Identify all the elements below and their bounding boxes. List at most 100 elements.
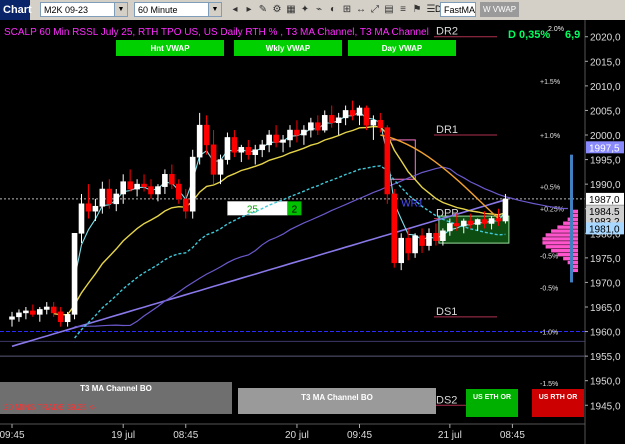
symbol-dropdown[interactable]: M2K 09-23 ▼ xyxy=(40,2,128,17)
candle-body xyxy=(57,311,64,323)
candle-body xyxy=(398,237,405,264)
level-label: DS1 xyxy=(436,306,457,318)
axis-label: 2010,0 xyxy=(590,82,621,93)
candle-body xyxy=(301,129,307,136)
toolbar-button[interactable]: ⊞ xyxy=(340,2,354,17)
chevron-down-icon[interactable]: ▼ xyxy=(208,3,221,16)
toolbar-button[interactable]: ↔ xyxy=(354,2,368,17)
toolbar-button[interactable]: ▸ xyxy=(242,2,256,17)
profile-bar xyxy=(557,252,578,257)
percent-label: -0.5% xyxy=(540,253,558,260)
axis-label: 1965,0 xyxy=(590,303,621,314)
wvwap-tag[interactable]: W VWAP xyxy=(480,2,520,17)
candle-body xyxy=(141,183,147,187)
percent-label: -1.5% xyxy=(540,381,558,388)
candle-body xyxy=(342,110,349,119)
candle-body xyxy=(92,205,99,212)
candle-body xyxy=(363,107,370,126)
time-label: 09:45 xyxy=(0,430,25,441)
candle-body xyxy=(134,183,140,190)
candle-body xyxy=(36,309,43,315)
vwap-button-label: Wkly VWAP xyxy=(266,44,311,53)
candle-body xyxy=(266,134,272,146)
candle-body xyxy=(349,110,356,116)
price-chart[interactable]: DR2DR1DPPDS1DS2 +1.5%+1.0%+0.5%+0.25%-0.… xyxy=(0,20,625,444)
candle-body xyxy=(217,159,224,175)
candle-body xyxy=(502,198,509,222)
toolbar-button[interactable]: ≡ xyxy=(396,2,410,17)
candle-body xyxy=(474,219,481,225)
wr1-label: WR1 xyxy=(401,198,424,209)
candle-body xyxy=(9,316,15,320)
profile-bar xyxy=(545,233,578,237)
fastma-field[interactable]: FastMA xyxy=(440,2,476,17)
price-tag-label: 1987,0 xyxy=(589,195,620,206)
vwap-button-label: Day VWAP xyxy=(382,44,423,53)
toolbar-button[interactable]: ✦ xyxy=(298,2,312,17)
toolbar-button[interactable]: ✎ xyxy=(256,2,270,17)
candle-body xyxy=(495,218,502,222)
candle-body xyxy=(294,129,300,136)
chart-background xyxy=(0,20,625,444)
symbol-value: M2K 09-23 xyxy=(44,5,89,15)
chart-toolbar: Chart M2K 09-23 ▼ 60 Minute ▼ ◂ ▸ ✎ ⚙ ▦ ✦ ⌁ ◐ ⊞ ↔… xyxy=(0,0,625,21)
candle-body xyxy=(196,124,203,158)
candle-body xyxy=(335,117,342,124)
fastma-label: FastMA xyxy=(444,5,476,15)
toolbar-button[interactable]: ⚙ xyxy=(270,2,284,17)
candle-body xyxy=(85,203,92,212)
level-label: DS2 xyxy=(436,394,457,406)
candle-body xyxy=(113,193,120,205)
candle-body xyxy=(127,181,133,190)
candle-body xyxy=(273,134,279,143)
candle-body xyxy=(231,137,238,153)
time-label: 09:45 xyxy=(347,430,372,441)
price-tag-label: 1997,5 xyxy=(589,143,620,154)
candle-body xyxy=(287,129,293,141)
toolbar-button[interactable]: ⤢ xyxy=(368,2,382,17)
candle-body xyxy=(259,144,266,151)
candle-body xyxy=(252,149,259,155)
toolbar-button[interactable]: ◂ xyxy=(228,2,242,17)
toolbar-button[interactable]: ◐ xyxy=(326,2,340,17)
superscript-label: 2.0% xyxy=(548,26,564,33)
chevron-down-icon[interactable]: ▼ xyxy=(114,3,127,16)
toolbar-button[interactable]: ▦ xyxy=(284,2,298,17)
candle-body xyxy=(16,312,22,318)
axis-label: 2000,0 xyxy=(590,131,621,142)
axis-label: 1960,0 xyxy=(590,328,621,339)
interval-dropdown[interactable]: 60 Minute ▼ xyxy=(134,2,222,17)
vwap-button-label: Hnt VWAP xyxy=(150,44,190,53)
axis-label: 1990,0 xyxy=(590,180,621,191)
candle-body xyxy=(440,230,446,241)
candle-body xyxy=(356,107,363,116)
percent-label: -0.5% xyxy=(540,285,558,292)
axis-label: 1955,0 xyxy=(590,352,621,363)
candle-body xyxy=(328,115,335,124)
candle-body xyxy=(419,235,425,246)
candle-body xyxy=(224,137,231,160)
toolbar-button[interactable]: ⌁ xyxy=(312,2,326,17)
toolbar-button[interactable]: ⚑ xyxy=(410,2,424,17)
candle-body xyxy=(453,223,460,227)
profile-range-bar xyxy=(570,154,573,283)
toolbar-button[interactable]: ▤ xyxy=(382,2,396,17)
axis-label: 2015,0 xyxy=(590,57,621,68)
axis-label: 1950,0 xyxy=(590,377,621,388)
chart-header-text: SCALP 60 Min RSSL July 25, RTH TPO US, U… xyxy=(4,27,429,38)
time-label: 08:45 xyxy=(173,430,198,441)
candle-body xyxy=(43,306,50,310)
candle-body xyxy=(467,220,474,225)
candle-body xyxy=(481,219,488,224)
countdown-right-text: 2 xyxy=(292,204,298,215)
profile-bar xyxy=(572,268,578,273)
candle-body xyxy=(30,310,36,315)
profile-bar xyxy=(557,225,578,229)
axis-label: 1975,0 xyxy=(590,254,621,265)
footer-label: T3 MA Channel BO xyxy=(301,393,373,402)
candle-body xyxy=(189,156,196,212)
candle-body xyxy=(106,188,113,205)
candle-body xyxy=(238,146,245,153)
axis-label: 2005,0 xyxy=(590,106,621,117)
rth-button-label: US ETH OR xyxy=(473,394,511,401)
